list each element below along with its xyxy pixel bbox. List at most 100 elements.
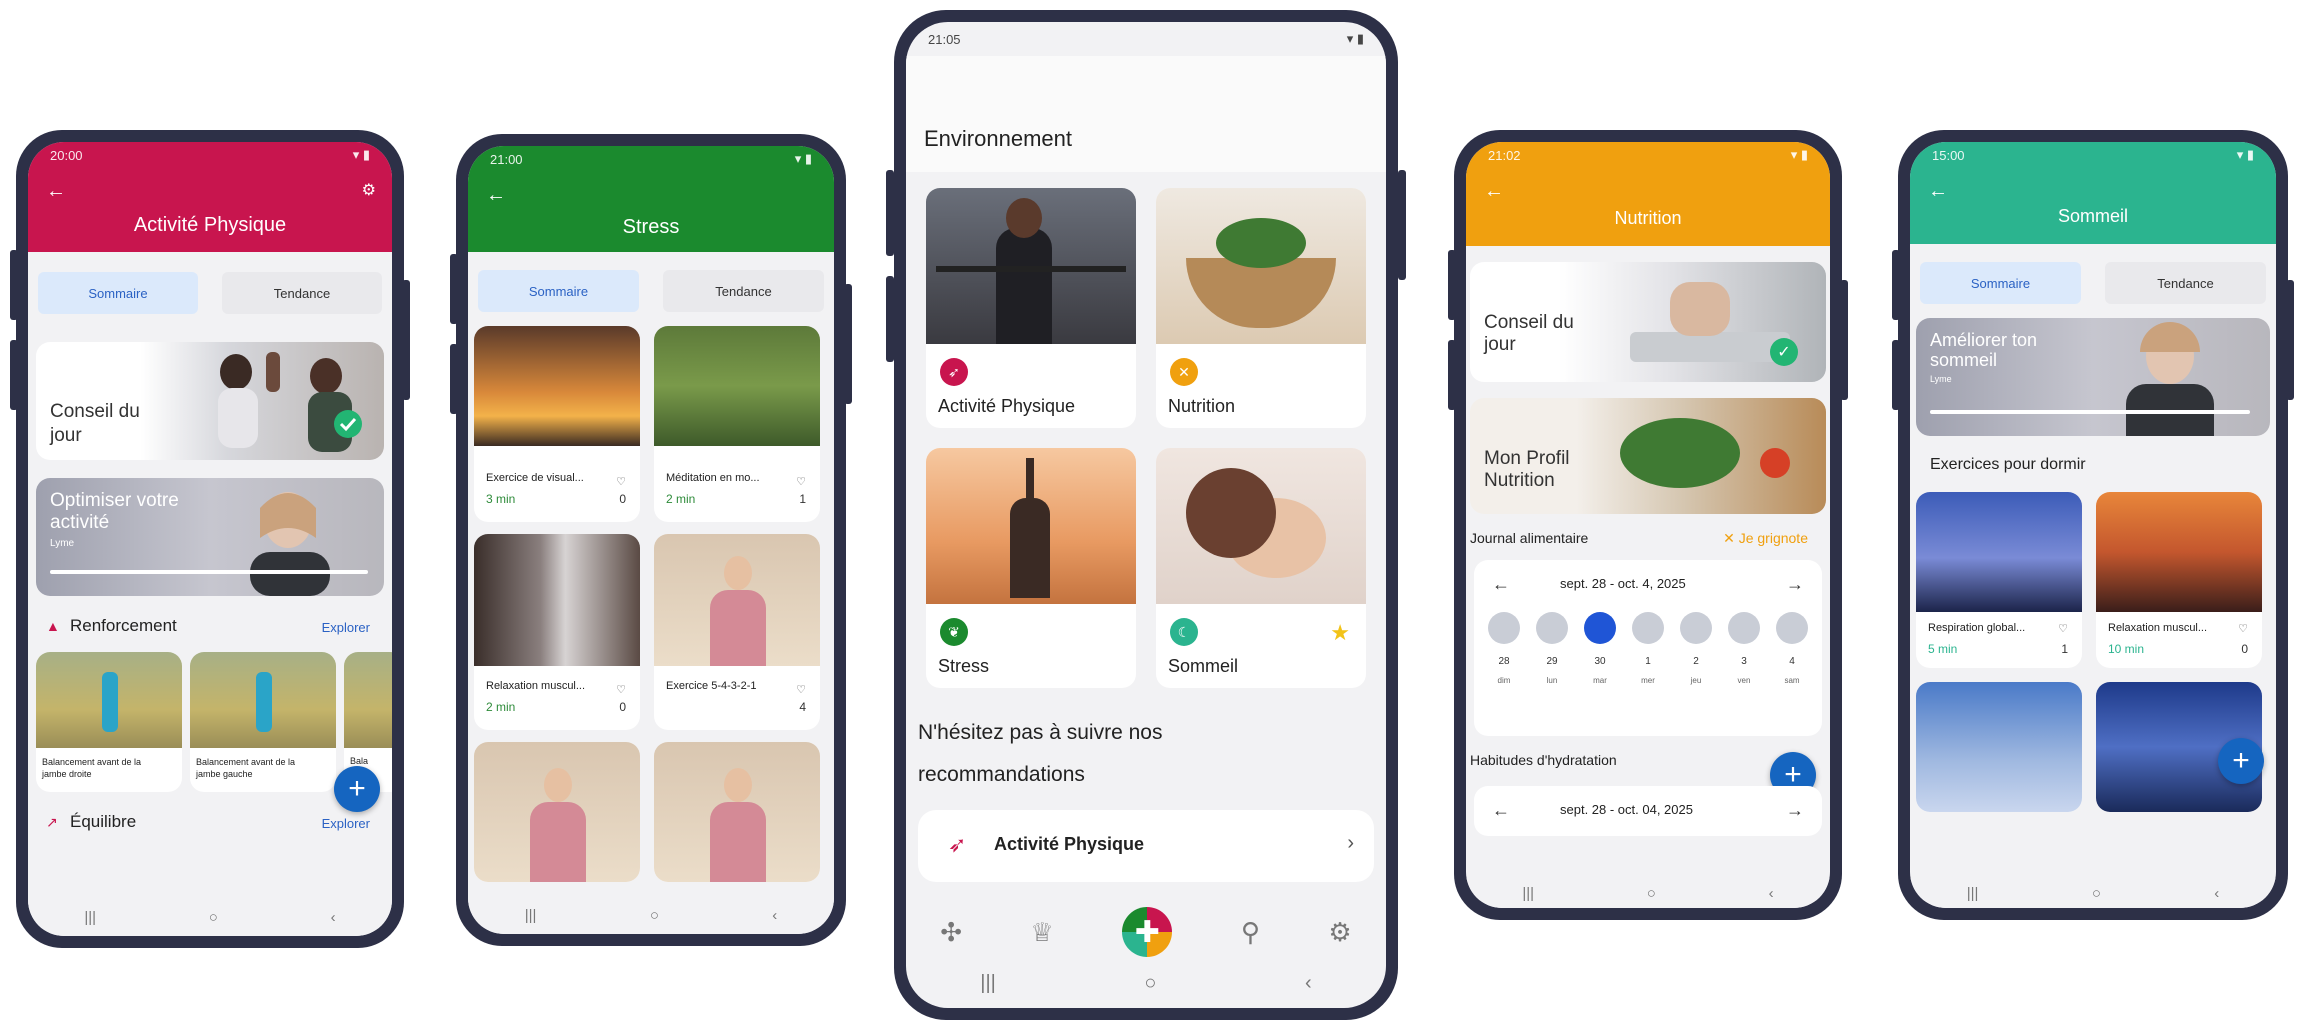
stress-card[interactable] <box>474 742 640 882</box>
home-button[interactable]: ○ <box>650 907 659 924</box>
system-nav: ||| ○ ‹ <box>468 896 834 934</box>
add-button[interactable]: + <box>334 766 380 812</box>
tile-nutrition[interactable]: ✕ Nutrition <box>1156 188 1366 428</box>
day-circle[interactable] <box>1536 612 1568 644</box>
snack-action[interactable]: ✕ Je grignote <box>1723 530 1808 547</box>
like-icon[interactable]: ♡ <box>796 475 806 488</box>
home-button[interactable]: ○ <box>1647 885 1656 902</box>
exercise-title: Balancement avant de la jambe droite <box>42 757 142 779</box>
day-number: 4 <box>1789 656 1795 667</box>
tab-tendance[interactable]: Tendance <box>222 272 382 314</box>
status-time: 15:00 <box>1932 147 1965 163</box>
home-button[interactable]: ○ <box>2092 885 2101 902</box>
recent-apps-button[interactable]: ||| <box>980 972 996 995</box>
runner-figure <box>256 672 272 732</box>
prev-week-arrow-icon[interactable]: ← <box>1492 574 1510 595</box>
recent-apps-button[interactable]: ||| <box>525 907 537 924</box>
video-subtitle: Lyme <box>50 538 75 549</box>
like-icon[interactable]: ♡ <box>2238 622 2248 635</box>
favorite-star-icon[interactable]: ★ <box>1330 620 1350 646</box>
tile-activite[interactable]: ➶ Activité Physique <box>926 188 1136 428</box>
profil-card[interactable]: Mon Profil Nutrition <box>1470 398 1826 514</box>
back-button[interactable]: ‹ <box>2214 885 2219 902</box>
stress-card[interactable] <box>654 742 820 882</box>
explore-link[interactable]: Explorer <box>322 620 370 635</box>
tile-sommeil[interactable]: ☾ ★ Sommeil <box>1156 448 1366 688</box>
day-number: 29 <box>1546 656 1558 667</box>
like-icon[interactable]: ♡ <box>616 475 626 488</box>
tabs: Sommaire Tendance <box>1920 262 2266 304</box>
tile-label: Stress <box>938 656 990 676</box>
next-week-arrow-icon[interactable]: → <box>1786 800 1804 821</box>
home-plus-icon[interactable]: ✚ <box>1122 907 1173 957</box>
tile-label: Nutrition <box>1168 396 1236 416</box>
prev-week-arrow-icon[interactable]: ← <box>1492 800 1510 821</box>
status-bar: 21:05 ▾ ▮ <box>906 22 1386 56</box>
day-circle[interactable] <box>1776 612 1808 644</box>
back-arrow-icon[interactable]: ← <box>1484 180 1504 203</box>
day-circle[interactable] <box>1728 612 1760 644</box>
day-numbers: 28 29 30 1 2 3 4 <box>1488 656 1808 667</box>
screen: 20:00 ▾ ▮ ← ⚙ Activité Physique Sommaire … <box>28 142 392 936</box>
back-arrow-icon[interactable]: ← <box>46 180 66 203</box>
sleep-card[interactable]: Respiration global... ♡ 5 min 1 <box>1916 492 2082 668</box>
home-button[interactable]: ○ <box>1144 972 1156 995</box>
next-week-arrow-icon[interactable]: → <box>1786 574 1804 595</box>
day-circle[interactable] <box>1632 612 1664 644</box>
day-circle[interactable] <box>1488 612 1520 644</box>
recommendation-item[interactable]: ➶ Activité Physique › <box>918 810 1374 882</box>
tab-sommaire[interactable]: Sommaire <box>1920 262 2081 304</box>
back-button[interactable]: ‹ <box>1305 972 1312 995</box>
like-icon[interactable]: ♡ <box>796 683 806 696</box>
day-circle-selected[interactable] <box>1584 612 1616 644</box>
card-count: 1 <box>2061 642 2068 656</box>
recent-apps-button[interactable]: ||| <box>1967 885 1979 902</box>
status-icons: ▾ ▮ <box>1346 31 1364 46</box>
sleep-card[interactable] <box>1916 682 2082 812</box>
exercise-card[interactable]: Balancement avant de la jambe gauche <box>190 652 336 792</box>
back-arrow-icon[interactable]: ← <box>1928 180 1948 203</box>
back-button[interactable]: ‹ <box>331 909 336 926</box>
recent-apps-button[interactable]: ||| <box>1522 885 1534 902</box>
settings-icon[interactable]: ⚙ <box>362 180 376 200</box>
trophy-icon[interactable]: ♕ <box>1031 917 1054 948</box>
status-time: 21:05 <box>928 31 961 47</box>
puzzle-icon[interactable]: ✣ <box>940 917 962 948</box>
settings-icon[interactable]: ⚙ <box>1328 917 1351 948</box>
back-button[interactable]: ‹ <box>1769 885 1774 902</box>
side-button <box>886 276 894 362</box>
tab-tendance[interactable]: Tendance <box>2105 262 2266 304</box>
back-arrow-icon[interactable]: ← <box>486 184 506 207</box>
recent-apps-button[interactable]: ||| <box>84 909 96 926</box>
leaf-icon: ❦ <box>940 618 968 646</box>
card-title: Méditation en mo... <box>666 472 760 484</box>
run-icon: ➶ <box>948 832 967 857</box>
tab-sommaire[interactable]: Sommaire <box>478 270 639 312</box>
location-icon[interactable]: ⚲ <box>1241 917 1260 948</box>
weekday-label: lun <box>1546 676 1558 685</box>
sleep-card[interactable]: Relaxation muscul... ♡ 10 min 0 <box>2096 492 2262 668</box>
tabs: Sommaire Tendance <box>38 272 382 314</box>
tile-stress[interactable]: ❦ Stress <box>926 448 1136 688</box>
tab-tendance[interactable]: Tendance <box>663 270 824 312</box>
like-icon[interactable]: ♡ <box>616 683 626 696</box>
add-button[interactable]: + <box>2218 738 2264 784</box>
stress-card[interactable]: Méditation en mo... ♡ 2 min 1 <box>654 326 820 522</box>
exercise-image <box>344 652 392 748</box>
day-circle[interactable] <box>1680 612 1712 644</box>
video-card[interactable]: Optimiser votre activité Lyme <box>36 478 384 596</box>
stress-card[interactable]: Relaxation muscul... ♡ 2 min 0 <box>474 534 640 730</box>
page-title: Nutrition <box>1614 208 1682 228</box>
explore-link[interactable]: Explorer <box>322 816 370 831</box>
stress-card[interactable]: Exercice 5-4-3-2-1 ♡ 4 <box>654 534 820 730</box>
conseil-card[interactable]: Conseil du jour <box>36 342 384 460</box>
back-button[interactable]: ‹ <box>772 907 777 924</box>
tab-sommaire[interactable]: Sommaire <box>38 272 198 314</box>
conseil-card[interactable]: ✓ Conseil du jour <box>1470 262 1826 382</box>
exercise-card[interactable]: Balancement avant de la jambe droite <box>36 652 182 792</box>
like-icon[interactable]: ♡ <box>2058 622 2068 635</box>
home-button[interactable]: ○ <box>209 909 218 926</box>
stress-card[interactable]: Exercice de visual... ♡ 3 min 0 <box>474 326 640 522</box>
video-card[interactable]: Améliorer ton sommeil Lyme <box>1916 318 2270 436</box>
video-progress <box>1930 410 2250 414</box>
